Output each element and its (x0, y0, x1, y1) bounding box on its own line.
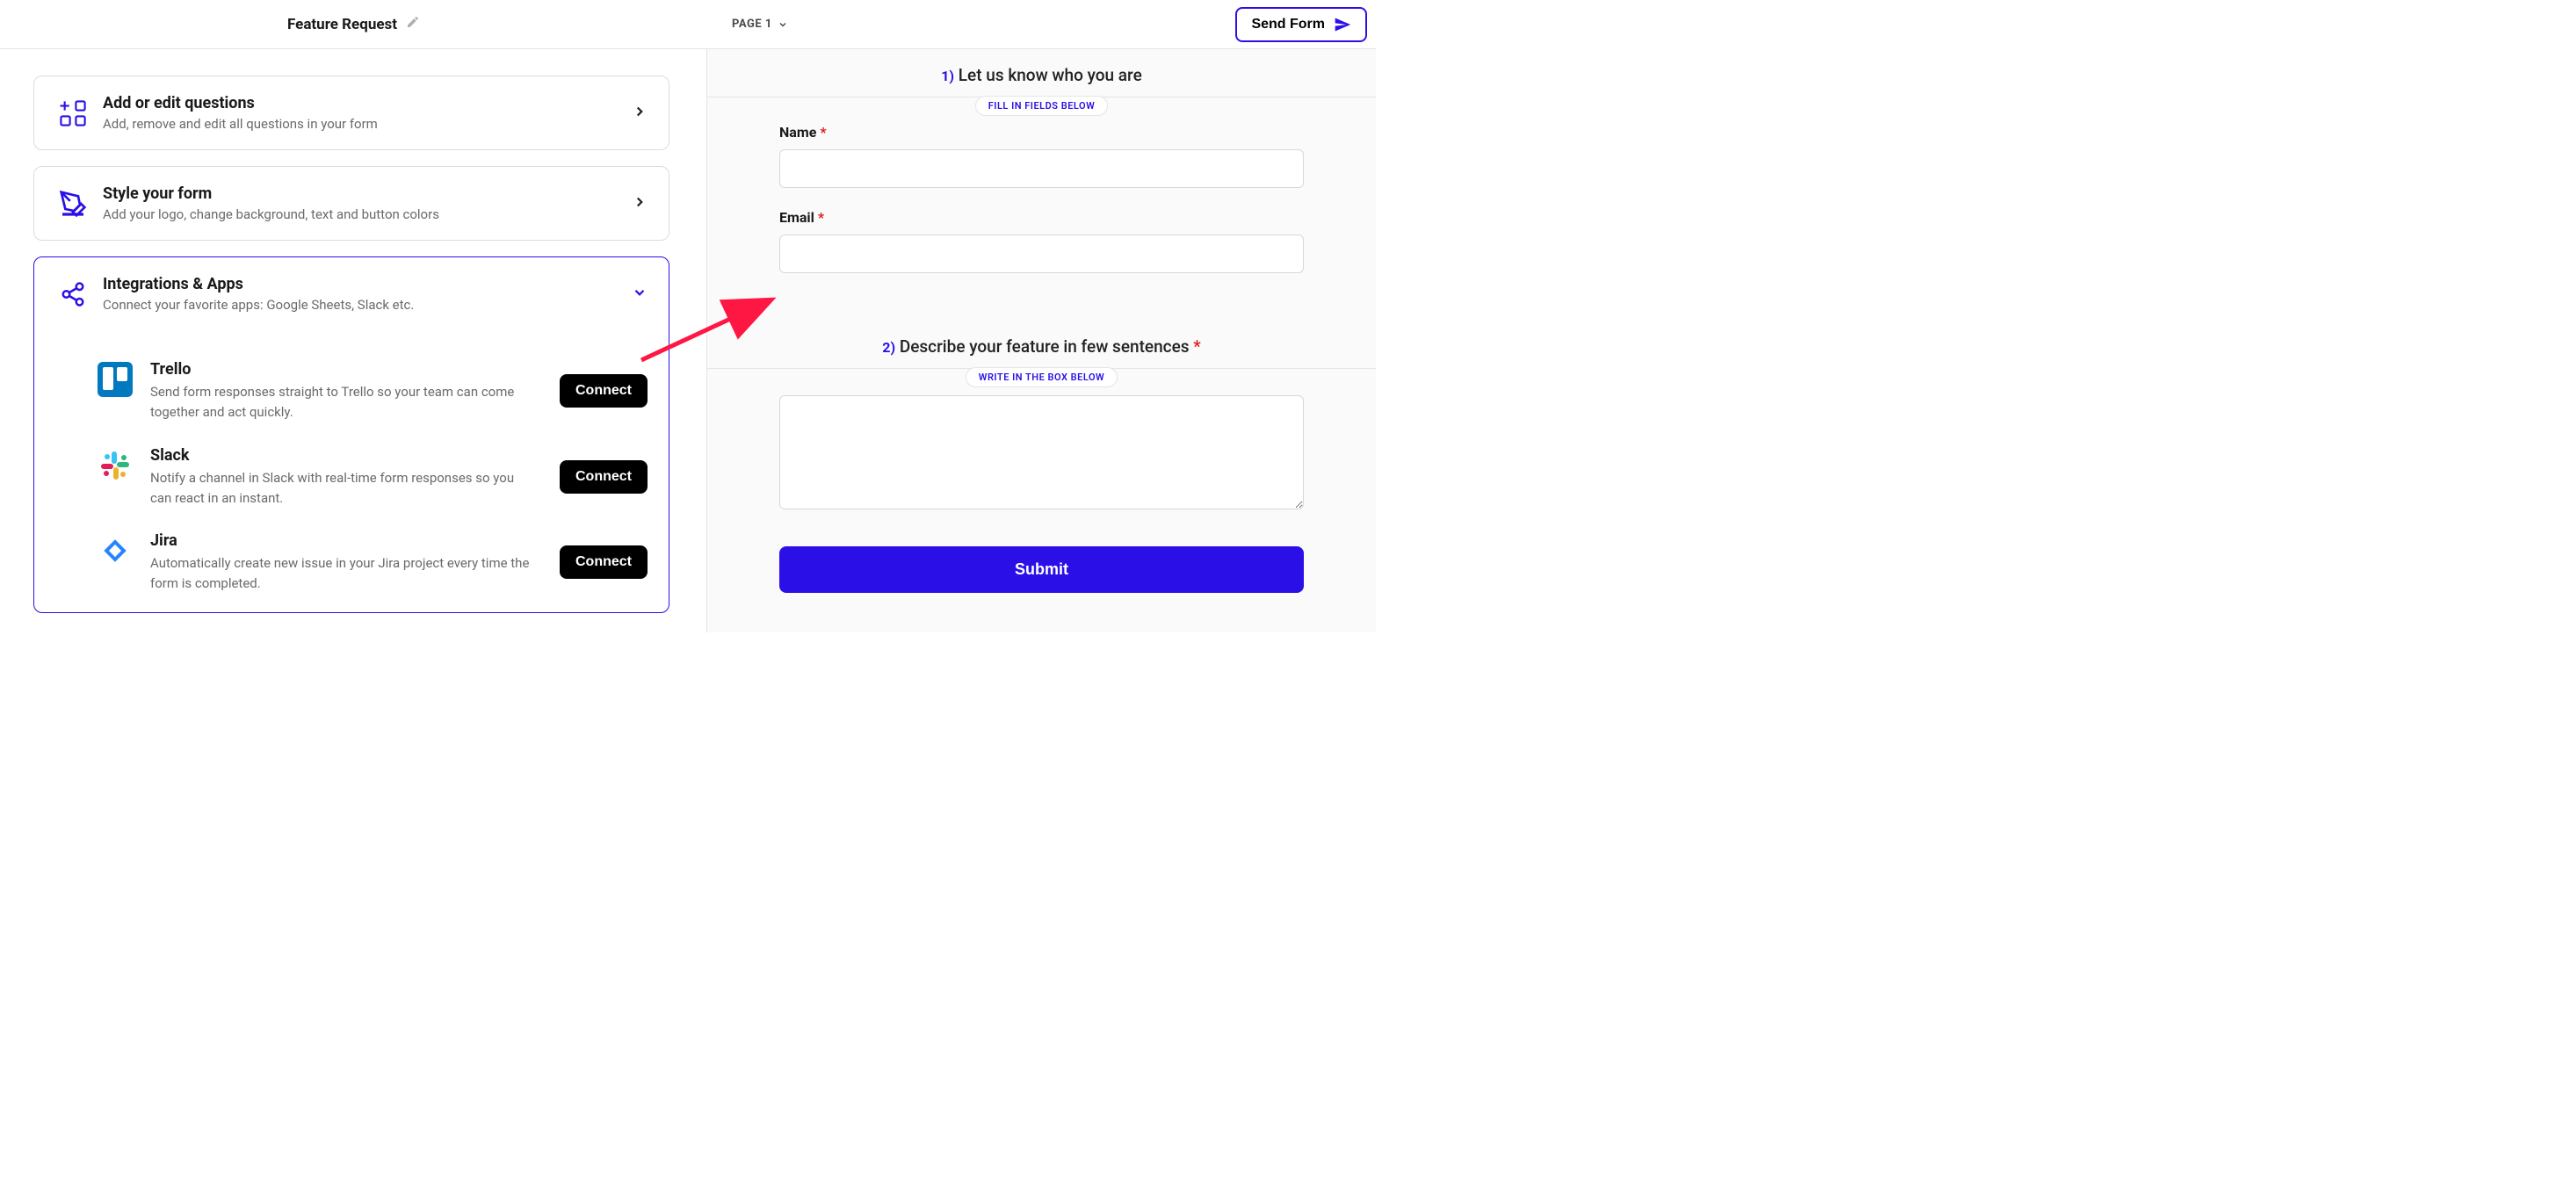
form-preview: 1) Let us know who you are FILL IN FIELD… (707, 49, 1376, 632)
name-label: Name * (779, 124, 1304, 141)
form-title-area: Feature Request (0, 15, 707, 33)
app-row-jira: Jira Automatically create new issue in y… (96, 531, 648, 595)
email-label: Email * (779, 209, 1304, 226)
chevron-right-icon (632, 104, 648, 123)
form-title: Feature Request (287, 16, 397, 33)
add-questions-icon (55, 96, 90, 131)
trello-icon (96, 360, 134, 399)
section-num: 2) (882, 339, 895, 356)
connect-button[interactable]: Connect (560, 374, 648, 408)
send-icon (1334, 16, 1351, 33)
app-name: Jira (150, 531, 533, 550)
questions-card[interactable]: Add or edit questions Add, remove and ed… (33, 76, 669, 150)
email-label-text: Email (779, 209, 814, 226)
feature-textarea[interactable] (779, 395, 1304, 509)
slack-icon (96, 446, 134, 485)
send-form-label: Send Form (1251, 17, 1325, 32)
app-row-trello: Trello Send form responses straight to T… (96, 360, 648, 423)
style-title: Style your form (103, 184, 632, 203)
section-1-title: Let us know who you are (959, 65, 1142, 85)
section-1-header: 1) Let us know who you are FILL IN FIELD… (707, 49, 1376, 105)
edit-title-icon[interactable] (406, 15, 420, 33)
name-input[interactable] (779, 149, 1304, 188)
integrations-card[interactable]: Integrations & Apps Connect your favorit… (33, 256, 669, 613)
app-name: Slack (150, 446, 533, 465)
style-icon (55, 186, 90, 221)
page-label-text: PAGE 1 (732, 18, 772, 31)
style-card[interactable]: Style your form Add your logo, change ba… (33, 166, 669, 241)
name-label-text: Name (779, 124, 816, 141)
jira-icon (96, 531, 134, 570)
questions-title: Add or edit questions (103, 94, 632, 112)
section-2-title: Describe your feature in few sentences (900, 336, 1190, 357)
submit-button[interactable]: Submit (779, 546, 1304, 593)
email-input[interactable] (779, 235, 1304, 273)
app-desc: Send form responses straight to Trello s… (150, 382, 533, 423)
chevron-down-icon (632, 285, 648, 304)
app-row-slack: Slack Notify a channel in Slack with rea… (96, 446, 648, 509)
header-right: PAGE 1 Send Form (707, 0, 1376, 48)
section-2-hint: WRITE IN THE BOX BELOW (966, 367, 1118, 387)
chevron-down-icon (778, 19, 788, 30)
section-2-header: 2) Describe your feature in few sentence… (707, 321, 1376, 377)
app-name: Trello (150, 360, 533, 379)
section-1-hint: FILL IN FIELDS BELOW (975, 96, 1109, 116)
chevron-right-icon (632, 194, 648, 213)
integrations-desc: Connect your favorite apps: Google Sheet… (103, 297, 632, 313)
integrations-icon (55, 277, 90, 312)
send-form-button[interactable]: Send Form (1235, 7, 1367, 42)
integrations-list: Trello Send form responses straight to T… (34, 330, 669, 612)
connect-button[interactable]: Connect (560, 460, 648, 494)
app-desc: Automatically create new issue in your J… (150, 553, 533, 595)
integrations-title: Integrations & Apps (103, 275, 632, 293)
settings-panel: Add or edit questions Add, remove and ed… (0, 49, 707, 632)
connect-button[interactable]: Connect (560, 545, 648, 579)
page-selector[interactable]: PAGE 1 (732, 18, 788, 31)
header-bar: Feature Request PAGE 1 Send Form (0, 0, 1376, 49)
app-desc: Notify a channel in Slack with real-time… (150, 468, 533, 509)
section-num: 1) (941, 68, 954, 84)
questions-desc: Add, remove and edit all questions in yo… (103, 116, 632, 132)
style-desc: Add your logo, change background, text a… (103, 206, 632, 222)
